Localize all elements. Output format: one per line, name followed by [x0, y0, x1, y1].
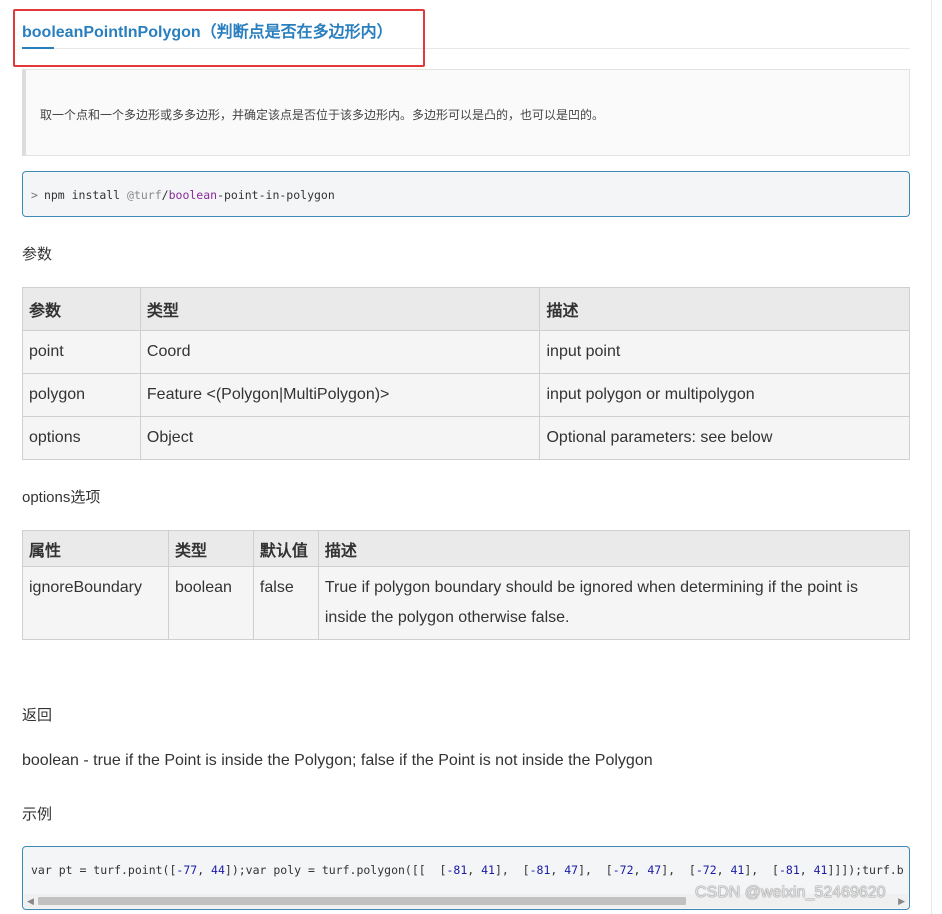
code-number: 41 [481, 863, 495, 877]
code-text: ], [ [578, 863, 613, 877]
table-header-cell: 属性 [22, 530, 169, 567]
table-cell: options [22, 416, 141, 460]
params-table: 参数 类型 描述 point Coord input point polygon… [22, 287, 910, 460]
npm-scope: @turf [127, 188, 162, 202]
prompt-chevron: > [31, 188, 38, 202]
code-text: ], [ [744, 863, 779, 877]
table-cell: false [252, 566, 319, 640]
code-text: ], [ [494, 863, 530, 877]
scroll-right-arrow-icon[interactable]: ▶ [898, 896, 905, 907]
code-number: 44 [211, 863, 225, 877]
table-cell: Coord [139, 330, 541, 374]
npm-slash: / [161, 188, 169, 202]
params-heading: 参数 [22, 246, 53, 263]
table-cell: ignoreBoundary [22, 566, 169, 640]
code-number: -72 [612, 863, 634, 877]
table-cell: input polygon or multipolygon [539, 373, 910, 417]
code-line[interactable]: var pt = turf.point([-77, 44]);var poly … [31, 863, 904, 877]
npm-cmd-prefix: npm install [43, 188, 128, 202]
table-row: options Object Optional parameters: see … [22, 416, 910, 460]
code-number: -77 [176, 863, 198, 877]
options-table: 属性 类型 默认值 描述 ignoreBoundary boolean fals… [22, 530, 911, 640]
npm-package-rest: -point-in-polygon [217, 188, 335, 202]
table-cell: Feature <(Polygon|MultiPolygon)> [139, 373, 541, 417]
code-number: -81 [778, 863, 800, 877]
table-row: ignoreBoundary boolean false True if pol… [22, 566, 911, 640]
description-text: 取一个点和一个多边形或多多边形，并确定该点是否位于该多边形内。多边形可以是凸的，… [40, 108, 605, 122]
code-text: , [633, 863, 648, 877]
returns-text: boolean - true if the Point is inside th… [22, 752, 653, 769]
code-text: , [550, 863, 565, 877]
npm-keyword: boolean [168, 188, 218, 202]
table-row: point Coord input point [22, 330, 910, 374]
table-header-row: 参数 类型 描述 [22, 287, 910, 331]
code-number: -81 [529, 863, 551, 877]
table-header-row: 属性 类型 默认值 描述 [22, 530, 911, 567]
table-cell: True if polygon boundary should be ignor… [317, 566, 911, 640]
code-text: ], [ [661, 863, 696, 877]
table-header-cell: 类型 [167, 530, 254, 567]
table-cell: boolean [167, 566, 254, 640]
code-number: 47 [564, 863, 579, 877]
npm-install-code-block[interactable]: > npm install @turf/boolean-point-in-poly… [22, 171, 910, 217]
title-highlight-box [13, 9, 425, 67]
table-cell: Object [139, 416, 541, 460]
scrollbar-thumb[interactable] [38, 897, 686, 905]
code-text: , [197, 863, 212, 877]
code-number: 41 [730, 863, 745, 877]
table-cell: Optional parameters: see below [539, 416, 910, 460]
description-blockquote: 取一个点和一个多边形或多多边形，并确定该点是否位于该多边形内。多边形可以是凸的，… [22, 69, 910, 156]
code-number: -81 [446, 863, 468, 877]
code-text: , [467, 863, 482, 877]
csdn-watermark: CSDN @weixin_52469620 [695, 884, 886, 901]
table-cell: point [22, 330, 141, 374]
table-cell: input point [539, 330, 910, 374]
table-header-cell: 参数 [22, 287, 141, 331]
npm-command[interactable]: > npm install @turf/boolean-point-in-poly… [31, 188, 335, 202]
table-cell: polygon [22, 373, 141, 417]
table-header-cell: 描述 [317, 530, 911, 567]
code-number: 41 [813, 863, 828, 877]
code-text: ]]]);turf.b [827, 863, 904, 877]
code-number: -72 [695, 863, 717, 877]
code-text: var pt = turf.point([ [31, 863, 177, 877]
table-header-cell: 描述 [539, 287, 910, 331]
code-number: 47 [647, 863, 662, 877]
scroll-left-arrow-icon[interactable]: ◀ [27, 896, 34, 907]
options-heading: options选项 [22, 489, 101, 506]
code-text: ]);var poly = turf.polygon([[ [ [224, 863, 447, 877]
table-header-cell: 默认值 [252, 530, 319, 567]
example-heading: 示例 [22, 806, 53, 823]
returns-heading: 返回 [22, 707, 53, 724]
code-text: , [716, 863, 731, 877]
table-header-cell: 类型 [139, 287, 541, 331]
code-text: , [799, 863, 814, 877]
table-row: polygon Feature <(Polygon|MultiPolygon)>… [22, 373, 910, 417]
